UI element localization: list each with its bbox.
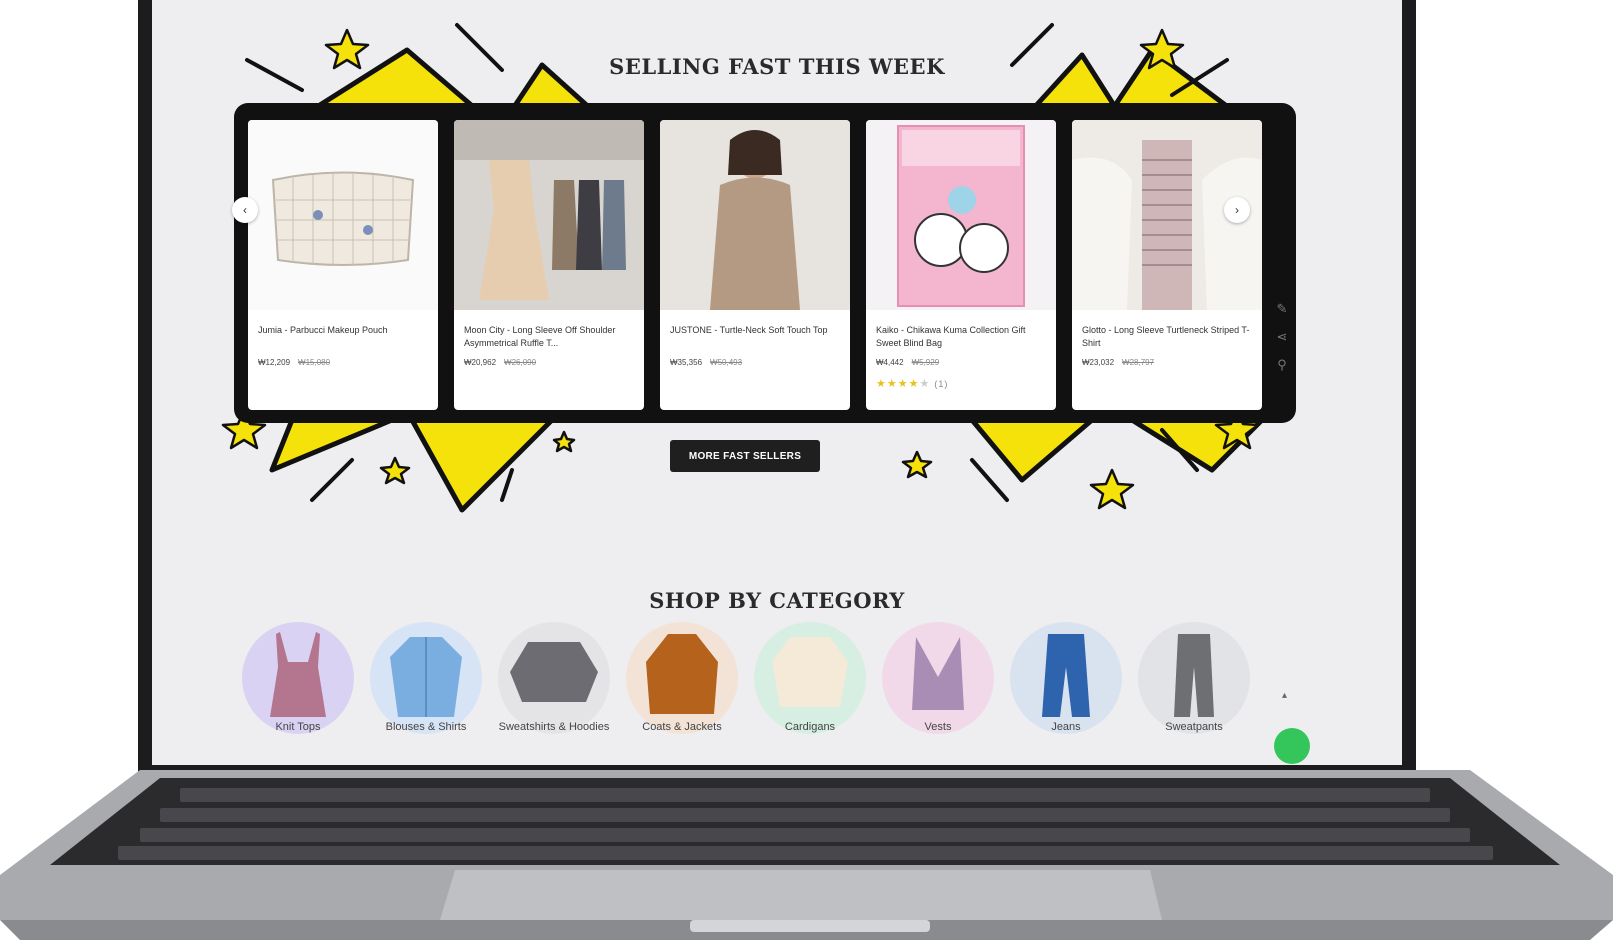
category-label: Jeans [1051,721,1081,733]
fast-sellers-carousel: Jumia - Parbucci Makeup Pouch ₩12,209 ₩1… [234,103,1296,423]
product-price: ₩23,032 [1082,358,1115,367]
pin-icon[interactable]: ⚲ [1277,356,1287,374]
product-old-price: ₩26,090 [504,358,537,367]
product-price: ₩20,962 [464,358,497,367]
category-item-jeans[interactable]: Jeans [1010,622,1122,734]
product-card[interactable]: Moon City - Long Sleeve Off Shoulder Asy… [454,120,644,410]
product-old-price: ₩50,493 [710,358,743,367]
side-tools: ✎ ⋖ ⚲ [1270,300,1294,394]
product-card-list: Jumia - Parbucci Makeup Pouch ₩12,209 ₩1… [248,120,1262,410]
product-image [866,120,1056,310]
category-image [1010,622,1122,734]
product-card[interactable]: Jumia - Parbucci Makeup Pouch ₩12,209 ₩1… [248,120,438,410]
product-image [248,120,438,310]
category-image [242,622,354,734]
category-item-coats-jackets[interactable]: Coats & Jackets [626,622,738,734]
category-label: Coats & Jackets [642,721,722,733]
product-prices: ₩12,209 ₩15,080 [248,358,438,367]
share-icon[interactable]: ⋖ [1277,328,1288,346]
category-list: Knit Tops Blouses & Shirts Sweatshirts &… [242,622,1250,734]
category-image [754,622,866,734]
chevron-right-icon: › [1235,203,1239,217]
category-image [498,622,610,734]
product-prices: ₩20,962 ₩26,090 [454,358,644,367]
product-name: Moon City - Long Sleeve Off Shoulder Asy… [464,325,616,348]
selling-fast-title: SELLING FAST THIS WEEK [609,54,945,79]
star-icon: ★★★★ [876,378,920,390]
product-name: Glotto - Long Sleeve Turtleneck Striped … [1082,325,1250,348]
category-item-knit-tops[interactable]: Knit Tops [242,622,354,734]
category-label: Sweatpants [1165,721,1223,733]
product-name: JUSTONE - Turtle-Neck Soft Touch Top [670,325,828,335]
product-rating: ★★★★★ (1) [866,377,1056,390]
shop-by-category-title: SHOP BY CATEGORY [649,588,905,613]
carousel-next-button[interactable]: › [1224,197,1250,223]
category-item-sweatpants[interactable]: Sweatpants [1138,622,1250,734]
category-label: Vests [924,721,952,733]
product-price: ₩12,209 [258,358,291,367]
product-image [454,120,644,310]
chevron-left-icon: ‹ [243,203,247,217]
scroll-top-icon[interactable]: ▴ [1282,690,1287,701]
chat-icon[interactable] [1274,728,1310,764]
category-item-vests[interactable]: Vests [882,622,994,734]
rating-count: (1) [934,379,949,389]
carousel-prev-button[interactable]: ‹ [232,197,258,223]
star-empty-icon: ★ [919,378,931,390]
product-old-price: ₩5,929 [911,358,940,367]
category-item-cardigans[interactable]: Cardigans [754,622,866,734]
product-price: ₩4,442 [876,358,904,367]
category-label: Sweatshirts & Hoodies [498,721,610,733]
product-prices: ₩23,032 ₩28,797 [1072,358,1262,367]
product-prices: ₩35,356 ₩50,493 [660,358,850,367]
category-item-blouses-shirts[interactable]: Blouses & Shirts [370,622,482,734]
product-name: Jumia - Parbucci Makeup Pouch [258,325,388,335]
website-screen: SELLING FAST THIS WEEK Jumia - Parbucci … [152,0,1402,765]
category-image [882,622,994,734]
laptop-base [0,770,1613,946]
category-image [1138,622,1250,734]
category-item-sweatshirts-hoodies[interactable]: Sweatshirts & Hoodies [498,622,610,734]
product-card[interactable]: Glotto - Long Sleeve Turtleneck Striped … [1072,120,1262,410]
category-image [370,622,482,734]
product-card[interactable]: Kaiko - Chikawa Kuma Collection Gift Swe… [866,120,1056,410]
product-price: ₩35,356 [670,358,703,367]
product-prices: ₩4,442 ₩5,929 [866,358,1056,367]
product-name: Kaiko - Chikawa Kuma Collection Gift Swe… [876,325,1026,348]
product-old-price: ₩28,797 [1122,358,1155,367]
product-card[interactable]: JUSTONE - Turtle-Neck Soft Touch Top ₩35… [660,120,850,410]
brush-icon[interactable]: ✎ [1277,300,1288,318]
more-fast-sellers-button[interactable]: MORE FAST SELLERS [670,440,820,472]
category-label: Knit Tops [275,721,321,733]
category-label: Blouses & Shirts [385,721,467,733]
product-image [660,120,850,310]
category-image [626,622,738,734]
category-label: Cardigans [784,721,836,733]
product-old-price: ₩15,080 [298,358,331,367]
